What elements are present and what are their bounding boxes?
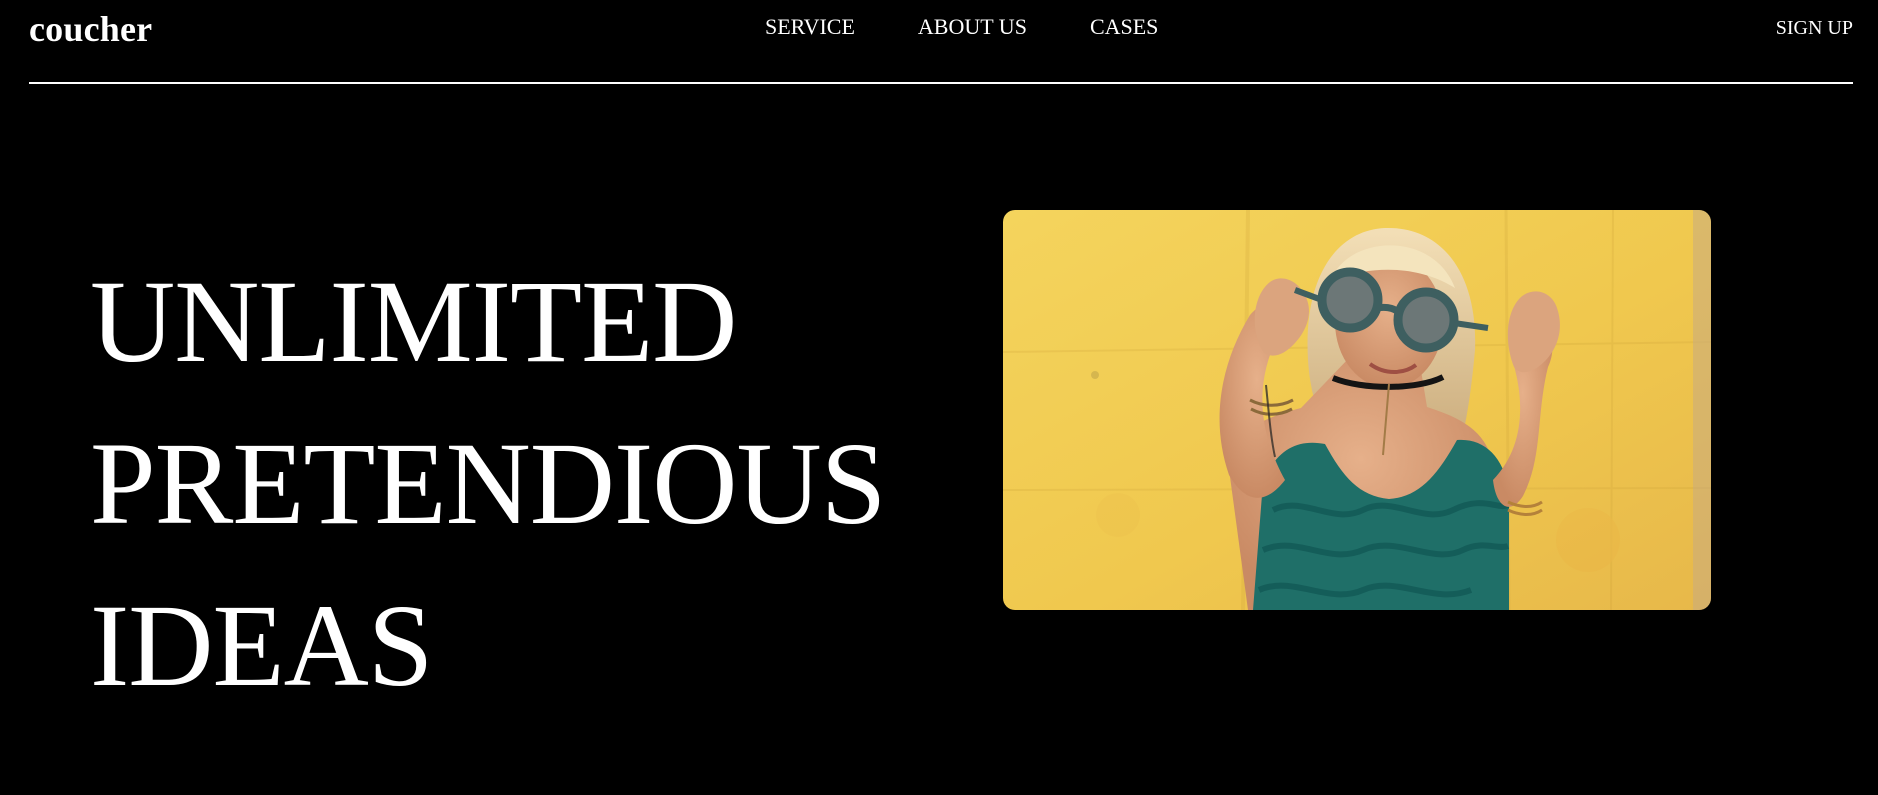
- nav-link-about-us[interactable]: ABOUT US: [918, 13, 1027, 41]
- brand-logo[interactable]: coucher: [29, 8, 152, 50]
- nav-link-cases[interactable]: CASES: [1090, 13, 1158, 41]
- right-shadow: [1693, 210, 1711, 610]
- headline-line-ideas: IDEAS: [90, 580, 433, 712]
- headline-line-pretendious: PRETENDIOUS: [90, 418, 886, 550]
- woman-with-sunglasses-illustration: [1003, 210, 1711, 610]
- hero-headline: UNLIMITED PRETENDIOUS IDEAS: [90, 241, 990, 727]
- sign-up-link[interactable]: SIGN UP: [1776, 14, 1853, 42]
- main-navigation: SERVICE ABOUT US CASES: [765, 13, 1158, 41]
- hero-photo: [1003, 210, 1711, 610]
- nav-link-service[interactable]: SERVICE: [765, 13, 855, 41]
- headline-line-unlimited: UNLIMITED: [90, 256, 737, 388]
- top-navigation: coucher SERVICE ABOUT US CASES SIGN UP: [29, 0, 1853, 84]
